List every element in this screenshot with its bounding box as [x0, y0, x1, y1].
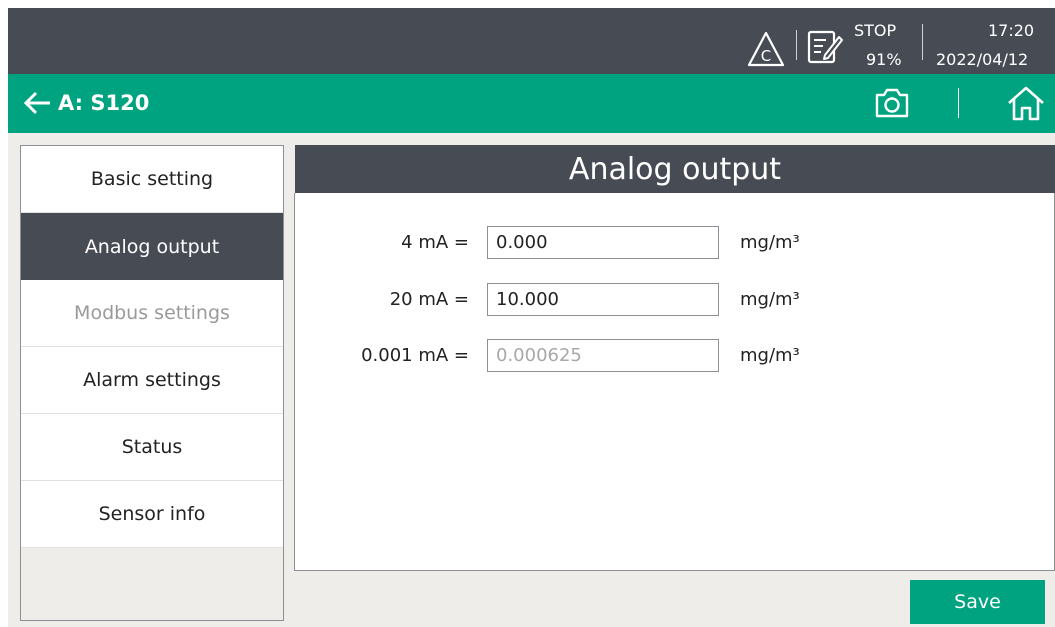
sidebar-item-analog-output[interactable]: Analog output	[21, 213, 283, 280]
status-separator	[796, 30, 797, 60]
row-label: 0.001 mA =	[361, 345, 469, 366]
sidebar-item-status[interactable]: Status	[21, 414, 283, 481]
panel-title: Analog output	[295, 145, 1055, 193]
sidebar-item-label: Sensor info	[98, 503, 206, 525]
analog-output-panel: 4 mA = mg/m³ 20 mA = mg/m³ 0.001 mA = mg…	[294, 193, 1055, 571]
camera-icon[interactable]	[874, 86, 910, 120]
sidebar-item-label: Analog output	[84, 235, 220, 258]
row-unit: mg/m³	[740, 289, 800, 310]
clock-time: 17:20	[988, 21, 1035, 40]
sidebar-item-label: Alarm settings	[83, 369, 221, 391]
title-bar: A: S120	[8, 74, 1055, 133]
sidebar-item-alarm-settings[interactable]: Alarm settings	[21, 347, 283, 414]
output-row-resolution: 0.001 mA = mg/m³	[295, 339, 1055, 373]
row-label: 4 mA =	[401, 232, 469, 253]
row-unit: mg/m³	[740, 232, 800, 253]
sidebar-item-label: Basic setting	[90, 168, 214, 190]
battery-level: 91%	[866, 50, 902, 69]
sidebar-item-label: Modbus settings	[74, 302, 230, 324]
sidebar-item-label: Status	[121, 436, 183, 458]
value-input-resolution	[487, 339, 719, 372]
sidebar-item-modbus-settings: Modbus settings	[21, 280, 283, 347]
warning-c-icon: C	[747, 31, 785, 67]
sidebar-item-sensor-info[interactable]: Sensor info	[21, 481, 283, 548]
save-button[interactable]: Save	[910, 580, 1045, 624]
page-title: A: S120	[58, 91, 150, 115]
value-input-4ma[interactable]	[487, 226, 719, 259]
row-label: 20 mA =	[389, 289, 469, 310]
home-icon[interactable]	[1006, 84, 1046, 122]
row-unit: mg/m³	[740, 345, 800, 366]
sidebar-nav: Basic setting Analog output Modbus setti…	[20, 145, 284, 621]
svg-text:C: C	[761, 47, 771, 65]
run-state: STOP	[854, 21, 897, 40]
output-row-20ma: 20 mA = mg/m³	[295, 283, 1055, 317]
title-separator	[958, 88, 959, 118]
value-input-20ma[interactable]	[487, 283, 719, 316]
edit-note-icon	[807, 30, 843, 64]
clock-date: 2022/04/12	[936, 50, 1029, 69]
arrow-left-icon[interactable]	[22, 88, 52, 118]
status-bar: C STOP 91% 17:20 2022/04/12	[8, 8, 1055, 74]
device-screen: C STOP 91% 17:20 2022/04/12 A: S120 Basi…	[8, 8, 1055, 627]
status-separator	[922, 24, 923, 60]
output-row-4ma: 4 mA = mg/m³	[295, 226, 1055, 260]
sidebar-item-basic-setting[interactable]: Basic setting	[21, 146, 283, 213]
